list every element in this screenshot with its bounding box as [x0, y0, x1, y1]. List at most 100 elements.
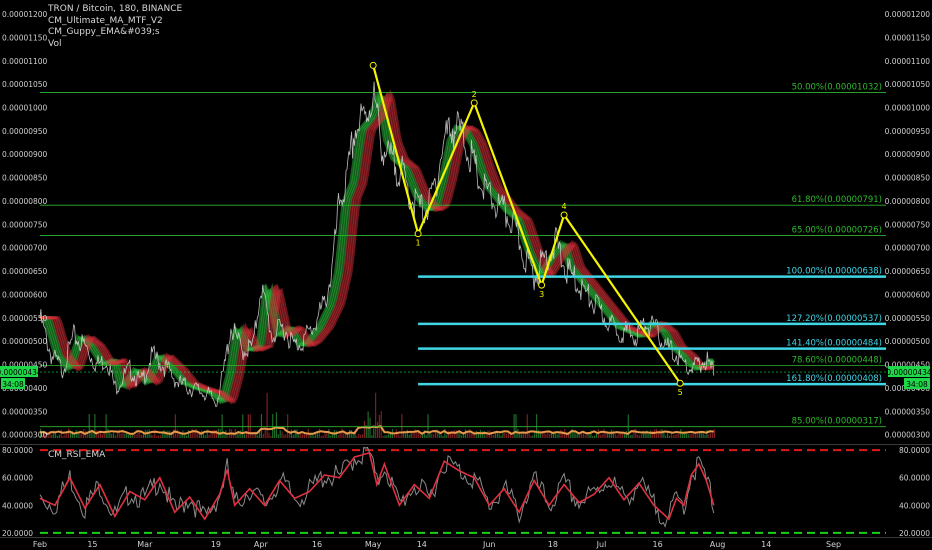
price-axis-tick-left: 0.00000900: [2, 150, 48, 159]
rsi-axis-tick-left: 60.0000: [2, 474, 33, 483]
volume-bar: [318, 428, 321, 438]
volume-bar: [195, 428, 197, 438]
volume-bar: [101, 434, 103, 438]
volume-bar: [257, 435, 259, 438]
volume-bar: [156, 435, 158, 438]
chart-canvas: 50.00%(0.00001032) 61.80%(0.00000791) 65.0…: [0, 0, 932, 550]
volume-bar: [704, 435, 706, 438]
price-axis-tick-right: 0.00000600: [885, 290, 931, 299]
volume-bar: [556, 434, 558, 438]
legend-indicator-volume[interactable]: Vol: [48, 39, 182, 51]
price-axis-tick-right: 0.00001050: [885, 80, 931, 89]
volume-bar: [88, 414, 90, 438]
wave-point-marker: [470, 99, 478, 107]
volume-bar: [543, 432, 545, 438]
volume-bar: [652, 430, 654, 438]
volume-bar: [137, 432, 139, 438]
time-axis-tick: Feb: [33, 540, 47, 549]
volume-bar: [249, 414, 251, 438]
volume-bar: [506, 434, 508, 438]
volume-bar: [285, 434, 287, 438]
volume-bar: [185, 435, 188, 438]
volume-bar: [680, 429, 682, 438]
price-axis-tick-left: 0.00000350: [2, 407, 48, 416]
volume-bar: [214, 429, 216, 438]
volume-bar: [361, 434, 364, 438]
wave-point-marker: [369, 61, 377, 69]
volume-bar: [431, 433, 433, 438]
price-axis-tick-right: 0.00000550: [885, 314, 931, 323]
volume-bar: [281, 431, 283, 438]
volume-bar: [221, 414, 223, 438]
volume-bar: [513, 414, 515, 438]
volume-bar: [208, 434, 210, 438]
price-axis-tick-left: 0.00000300: [2, 431, 48, 440]
volume-bar: [240, 430, 242, 438]
volume-bar: [58, 434, 60, 438]
volume-bar: [586, 433, 588, 438]
volume-bar: [560, 430, 562, 438]
volume-bar: [109, 431, 111, 438]
volume-bar: [674, 434, 676, 438]
volume-bar: [380, 411, 382, 438]
rsi-axis-tick-left: 80.0000: [2, 446, 33, 455]
wave-point-label: 5: [678, 388, 683, 397]
legend-indicator-guppy[interactable]: CM_Guppy_EMA&#039;s: [48, 27, 182, 39]
volume-bar: [358, 433, 360, 438]
volume-bar: [127, 434, 130, 438]
volume-bar: [283, 434, 285, 438]
volume-bar: [290, 429, 293, 438]
volume-bar: [416, 432, 418, 438]
volume-bar: [631, 434, 633, 438]
time-axis-tick: 19: [211, 540, 221, 549]
volume-bar: [313, 435, 315, 438]
price-axis-tick-left: 0.00000600: [2, 290, 48, 299]
volume-bar: [287, 414, 289, 438]
volume-bar: [341, 428, 343, 438]
volume-bar: [242, 414, 244, 438]
volume-bar: [152, 435, 154, 438]
volume-bar: [163, 429, 165, 438]
volume-bar: [526, 414, 528, 438]
volume-bar: [311, 434, 313, 438]
chart-legend: TRON / Bitcoin, 180, BINANCE CM_Ultimate…: [48, 4, 182, 50]
volume-bar: [360, 434, 362, 438]
volume-bar: [575, 433, 577, 438]
volume-bar: [262, 433, 264, 438]
volume-bar: [494, 433, 497, 438]
fib-level-label: 61.80%(0.00000791): [792, 195, 882, 205]
price-axis-tick-right: 0.00000900: [885, 150, 931, 159]
wave-point-marker: [538, 281, 546, 289]
volume-bar: [442, 435, 444, 438]
volume-bar: [549, 433, 551, 438]
volume-bar: [638, 435, 641, 438]
volume-bar: [461, 435, 463, 438]
volume-bar: [367, 411, 369, 438]
volume-bar: [302, 434, 304, 438]
volume-bar: [668, 435, 671, 438]
volume-bar: [492, 435, 495, 438]
volume-bar: [547, 431, 549, 438]
legend-indicator-ma[interactable]: CM_Ultimate_MA_MTF_V2: [48, 16, 182, 28]
time-axis-tick: Mar: [137, 540, 153, 549]
volume-bar: [51, 434, 53, 438]
volume-bar: [345, 434, 347, 438]
price-axis-tick-right: 0.00000500: [885, 337, 931, 346]
volume-bar: [500, 435, 502, 438]
volume-bar: [260, 414, 263, 438]
volume-bar: [68, 428, 70, 438]
volume-bar: [303, 434, 306, 438]
volume-bar: [266, 392, 268, 438]
volume-bar: [601, 433, 603, 438]
volume-bar: [676, 433, 678, 438]
rsi-pane-label[interactable]: CM_RSI_EMA: [48, 450, 105, 460]
rsi-axis-tick-right: 20.0000: [899, 529, 930, 538]
volume-bar: [154, 429, 156, 438]
price-axis-tick-left: 0.00000550: [2, 314, 48, 323]
volume-bar: [279, 430, 281, 438]
volume-bar: [180, 434, 182, 438]
volume-bar: [120, 433, 122, 438]
volume-bar: [693, 433, 695, 438]
volume-bar: [356, 435, 358, 438]
time-axis-tick: Jul: [596, 540, 607, 549]
